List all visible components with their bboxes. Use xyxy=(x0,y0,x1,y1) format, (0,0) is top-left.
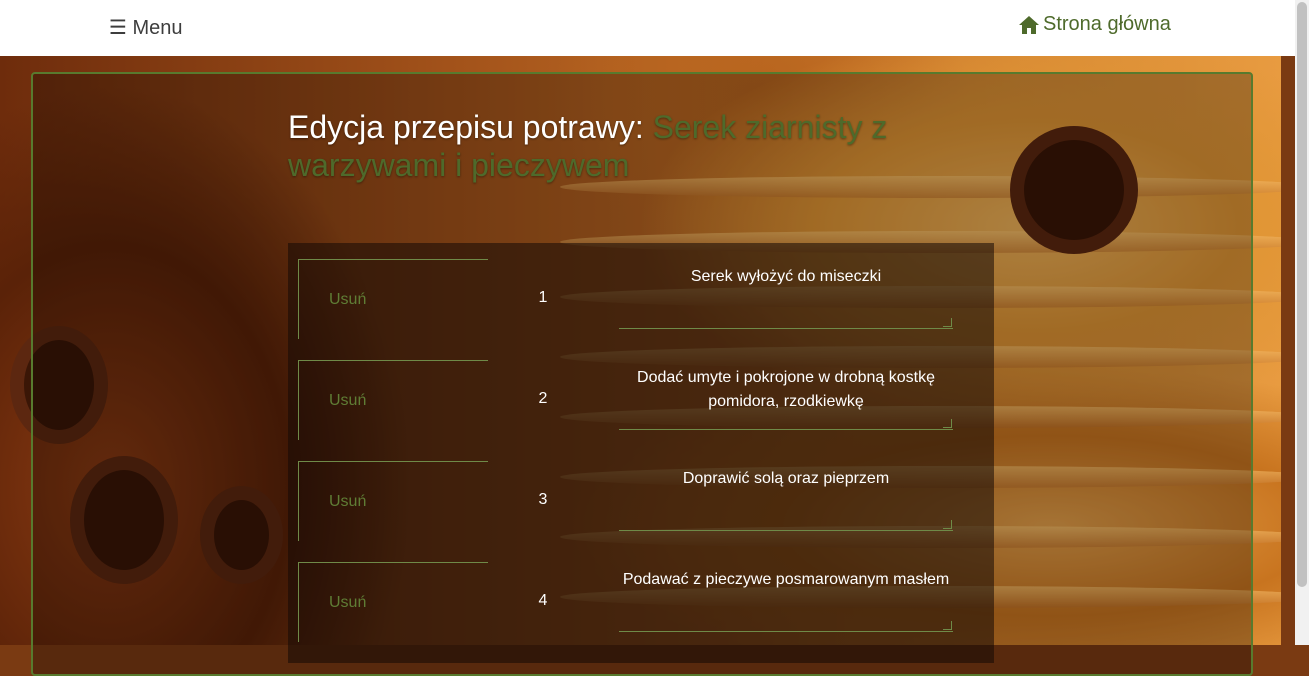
delete-step-button[interactable]: Usuń xyxy=(298,562,488,642)
step-text-field[interactable]: Doprawić solą oraz pieprzem xyxy=(619,467,953,531)
step-text-field[interactable]: Podawać z pieczywe posmarowanym masłem xyxy=(619,568,953,632)
home-label: Strona główna xyxy=(1043,13,1171,35)
step-text: Podawać z pieczywe posmarowanym masłem xyxy=(622,571,950,588)
top-navbar: ☰ Menu Strona główna xyxy=(0,0,1295,56)
step-row: Usuń 2 Dodać umyte i pokrojone w drobną … xyxy=(288,344,994,445)
delete-step-button[interactable]: Usuń xyxy=(298,461,488,541)
step-number: 1 xyxy=(538,289,548,306)
delete-step-button[interactable]: Usuń xyxy=(298,259,488,339)
step-number: 2 xyxy=(538,390,548,407)
step-text: Dodać umyte i pokrojone w drobną kostkę … xyxy=(637,369,935,410)
resize-handle[interactable] xyxy=(943,520,952,529)
step-text-field[interactable]: Serek wyłożyć do miseczki xyxy=(619,265,953,329)
step-text-field[interactable]: Dodać umyte i pokrojone w drobną kostkę … xyxy=(619,366,953,430)
step-row: Usuń 4 Podawać z pieczywe posmarowanym m… xyxy=(288,546,994,647)
step-row: Usuń 3 Doprawić solą oraz pieprzem xyxy=(288,445,994,546)
resize-handle[interactable] xyxy=(943,419,952,428)
home-icon xyxy=(1019,15,1039,34)
resize-handle[interactable] xyxy=(943,318,952,327)
steps-list: Usuń 1 Serek wyłożyć do miseczki Usuń 2 … xyxy=(288,243,994,663)
menu-button[interactable]: ☰ Menu xyxy=(109,15,183,40)
title-prefix: Edycja przepisu potrawy: xyxy=(288,109,653,145)
menu-label: ☰ Menu xyxy=(109,17,183,39)
step-number: 4 xyxy=(538,592,548,609)
home-link[interactable]: Strona główna xyxy=(1018,13,1171,36)
resize-handle[interactable] xyxy=(943,621,952,630)
page-title: Edycja przepisu potrawy: Serek ziarnisty… xyxy=(288,108,928,184)
step-row: Usuń 1 Serek wyłożyć do miseczki xyxy=(288,243,994,344)
step-text: Doprawić solą oraz pieprzem xyxy=(682,470,890,487)
step-text: Serek wyłożyć do miseczki xyxy=(690,268,882,285)
scrollbar-thumb[interactable] xyxy=(1297,2,1307,587)
delete-step-button[interactable]: Usuń xyxy=(298,360,488,440)
step-number: 3 xyxy=(538,491,548,508)
